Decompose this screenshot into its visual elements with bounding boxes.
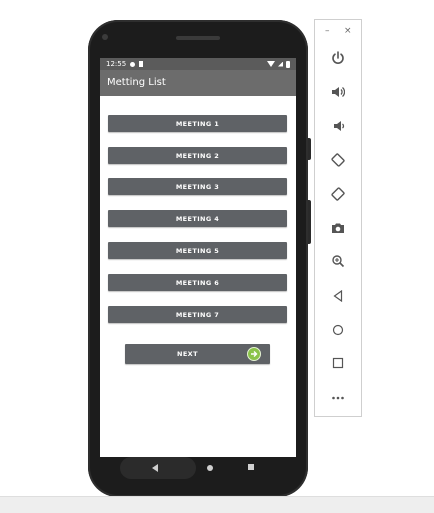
minimize-button[interactable]: – [325, 26, 330, 36]
earpiece-speaker [176, 36, 220, 40]
wifi-icon [267, 61, 275, 67]
close-button[interactable]: × [344, 26, 352, 36]
front-camera [102, 34, 108, 40]
status-bar: 12:55 [100, 58, 296, 70]
signal-icon [278, 61, 283, 67]
meeting-1-button[interactable]: MEETING 1 [108, 115, 287, 132]
battery-icon [286, 60, 290, 68]
next-button-label: NEXT [177, 350, 198, 358]
app-bar: Metting List [100, 70, 296, 96]
volume-up-icon[interactable] [327, 81, 349, 103]
arrow-right-icon [247, 347, 261, 361]
home-icon[interactable] [327, 319, 349, 341]
meeting-4-button[interactable]: MEETING 4 [108, 210, 287, 227]
nav-home-icon[interactable] [207, 465, 213, 471]
meeting-3-button[interactable]: MEETING 3 [108, 178, 287, 195]
emulator-toolbar: – × [314, 19, 362, 417]
back-icon[interactable] [327, 285, 349, 307]
meeting-5-button[interactable]: MEETING 5 [108, 242, 287, 259]
system-nav-bar [100, 457, 296, 479]
volume-down-icon[interactable] [327, 115, 349, 137]
camera-icon[interactable] [327, 217, 349, 239]
nav-back-icon[interactable] [152, 464, 158, 472]
settings-notification-icon [130, 61, 136, 67]
host-window-bottom-bar [0, 496, 434, 513]
rotate-left-icon[interactable] [327, 149, 349, 171]
power-side-button [308, 138, 311, 160]
sd-card-icon [139, 61, 144, 67]
phone-frame: 12:55 Metting List MEETING 1 MEETING 2 M… [88, 20, 311, 497]
nav-back-pill [120, 457, 196, 479]
meeting-6-button[interactable]: MEETING 6 [108, 274, 287, 291]
overview-icon[interactable] [327, 352, 349, 374]
meeting-7-button[interactable]: MEETING 7 [108, 306, 287, 323]
nav-recents-icon[interactable] [248, 464, 254, 470]
status-time: 12:55 [106, 60, 127, 68]
zoom-icon[interactable] [327, 250, 349, 272]
app-title: Metting List [107, 77, 166, 88]
more-icon[interactable] [327, 387, 349, 409]
next-button[interactable]: NEXT [125, 344, 270, 364]
volume-side-button [308, 200, 311, 244]
meeting-2-button[interactable]: MEETING 2 [108, 147, 287, 164]
device-screen: 12:55 Metting List MEETING 1 MEETING 2 M… [100, 58, 296, 457]
power-icon[interactable] [327, 47, 349, 69]
rotate-right-icon[interactable] [327, 183, 349, 205]
